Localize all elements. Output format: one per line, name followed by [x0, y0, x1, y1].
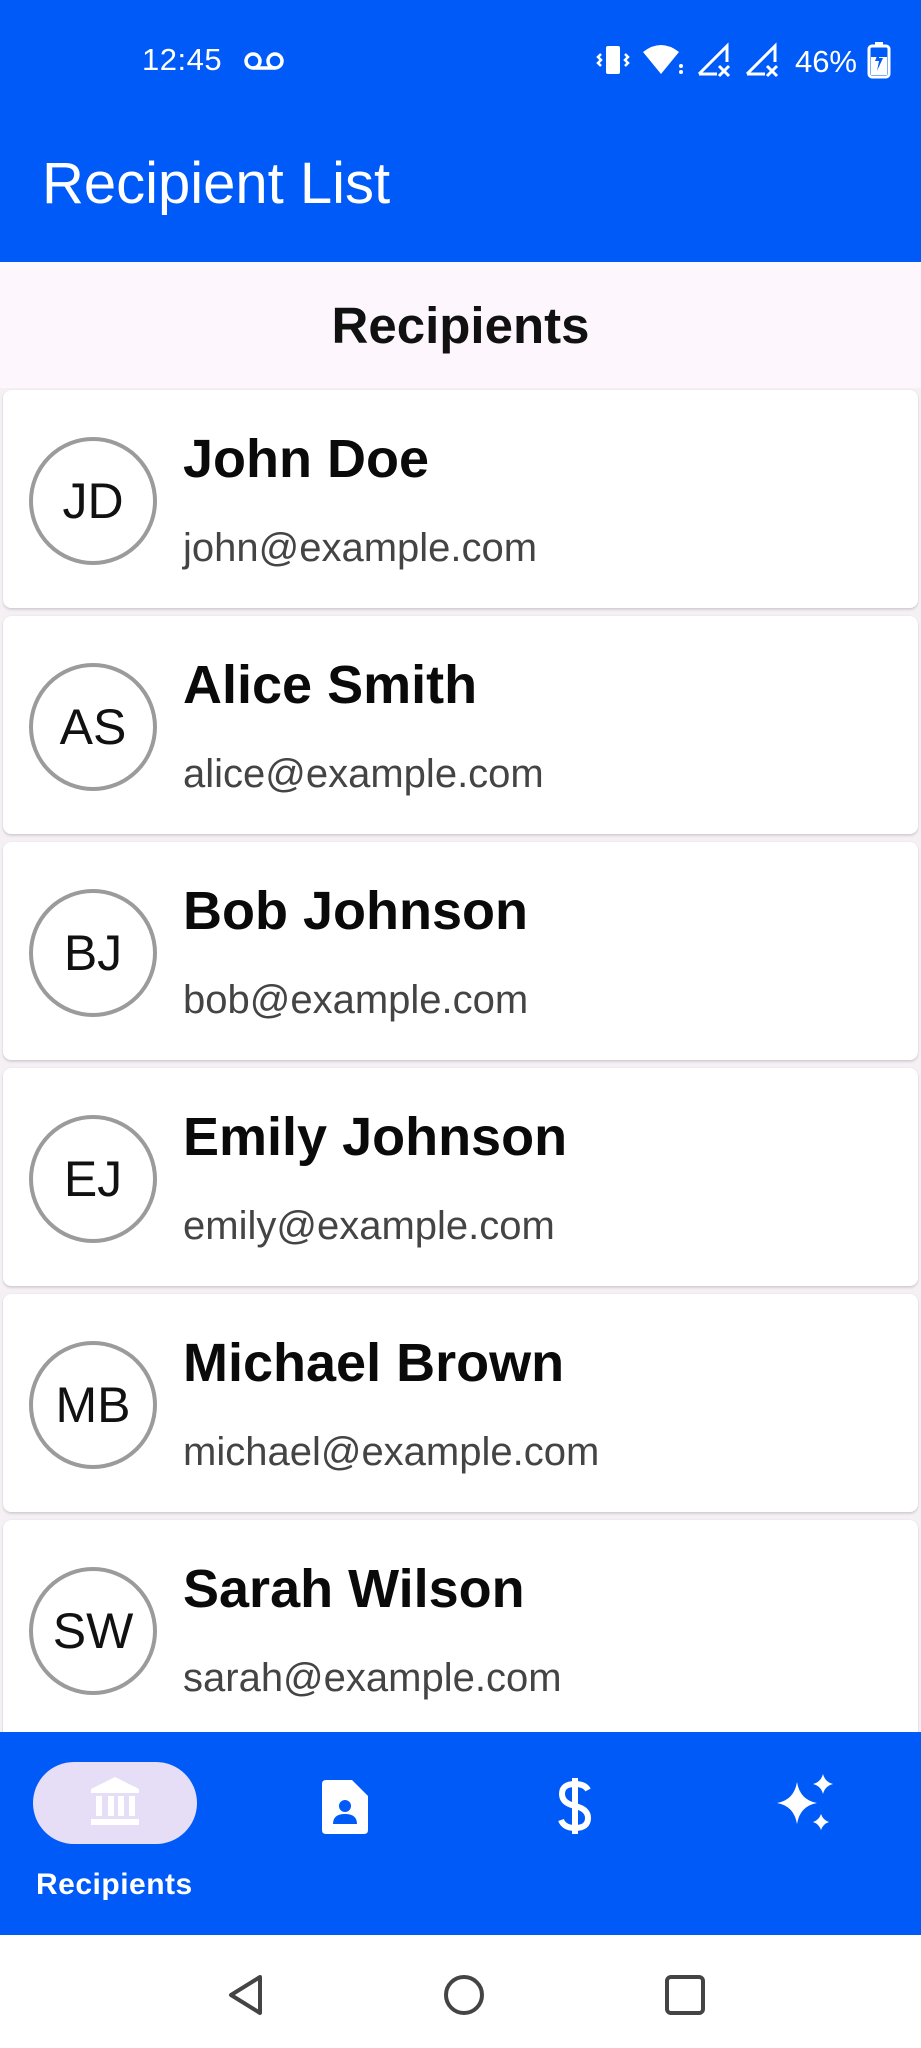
nav-selected-indicator: [33, 1762, 197, 1844]
dollar-icon: [557, 1776, 593, 1841]
recipient-email: sarah@example.com: [183, 1656, 562, 1700]
recipient-name: Alice Smith: [183, 655, 478, 715]
status-time: 12:45: [142, 42, 223, 77]
section-header: Recipients: [0, 262, 921, 388]
status-bar: 12:45 46%: [0, 0, 921, 128]
recipient-name: Sarah Wilson: [183, 1559, 525, 1619]
wifi-icon: [641, 42, 685, 83]
avatar: AS: [29, 663, 157, 791]
recipient-card[interactable]: EJ Emily Johnson emily@example.com: [3, 1068, 918, 1286]
battery-percent: 46%: [794, 44, 857, 79]
signal-icon: [695, 41, 733, 83]
recipient-name: Bob Johnson: [183, 881, 528, 941]
avatar: EJ: [29, 1115, 157, 1243]
recipient-email: john@example.com: [183, 526, 538, 570]
bank-icon: [88, 1774, 142, 1833]
nav-item-ai[interactable]: [690, 1732, 921, 1935]
battery-charging-icon: [867, 41, 891, 84]
contact-document-icon: [322, 1780, 368, 1839]
recipient-card[interactable]: JD John Doe john@example.com: [3, 390, 918, 608]
recents-icon[interactable]: [664, 1974, 706, 2021]
recipient-card[interactable]: SW Sarah Wilson sarah@example.com: [3, 1520, 918, 1732]
recipient-name: Emily Johnson: [183, 1107, 568, 1167]
avatar: MB: [29, 1341, 157, 1469]
system-navigation-bar: [0, 1935, 921, 2048]
nav-label-recipients: Recipients: [36, 1868, 193, 1901]
recipient-email: bob@example.com: [183, 978, 529, 1022]
recipient-card[interactable]: MB Michael Brown michael@example.com: [3, 1294, 918, 1512]
recipient-email: alice@example.com: [183, 752, 544, 796]
recipient-card[interactable]: AS Alice Smith alice@example.com: [3, 616, 918, 834]
avatar: SW: [29, 1567, 157, 1695]
home-icon[interactable]: [442, 1973, 486, 2022]
recipient-name: Michael Brown: [183, 1333, 565, 1393]
bottom-navigation: Recipients: [0, 1732, 921, 1935]
nav-item-contacts[interactable]: [230, 1732, 460, 1935]
nav-item-payments[interactable]: [460, 1732, 690, 1935]
nav-item-recipients[interactable]: Recipients: [0, 1732, 230, 1935]
page-title: Recipient List: [42, 151, 391, 216]
vibrate-icon: [595, 42, 631, 83]
avatar: BJ: [29, 889, 157, 1017]
section-title: Recipients: [331, 296, 590, 354]
avatar: JD: [29, 437, 157, 565]
back-icon[interactable]: [226, 1974, 266, 2021]
voicemail-icon: [244, 50, 284, 77]
sparkles-icon: [775, 1772, 837, 1839]
recipient-name: John Doe: [183, 429, 430, 489]
recipient-list[interactable]: JD John Doe john@example.com AS Alice Sm…: [0, 388, 921, 1732]
signal-icon: [743, 41, 781, 83]
recipient-card[interactable]: BJ Bob Johnson bob@example.com: [3, 842, 918, 1060]
recipient-email: emily@example.com: [183, 1204, 555, 1248]
recipient-email: michael@example.com: [183, 1430, 600, 1474]
